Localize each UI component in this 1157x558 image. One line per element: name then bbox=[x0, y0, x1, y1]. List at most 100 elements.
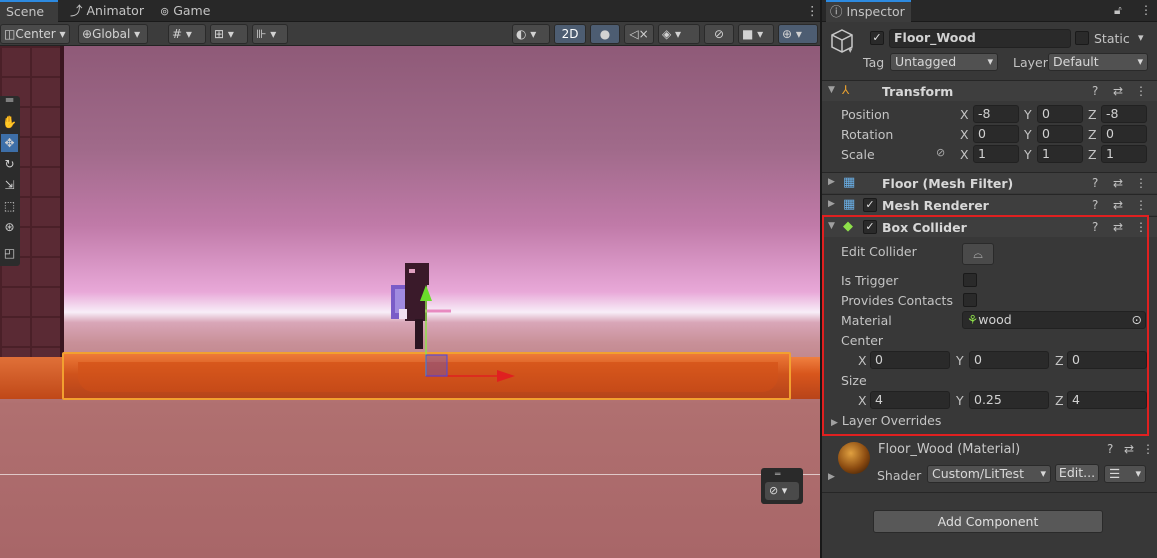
scale-x-field[interactable]: 1 bbox=[973, 145, 1019, 163]
lock-icon[interactable]: 🔓︎ bbox=[1114, 3, 1122, 18]
tag-dropdown[interactable]: Untagged bbox=[890, 53, 998, 71]
position-x-field[interactable]: -8 bbox=[973, 105, 1019, 123]
mode-2d-toggle[interactable]: 2D bbox=[554, 24, 586, 44]
transform-tool-icon[interactable]: ⊛ bbox=[1, 218, 18, 236]
effects-layers-icon: ◈ bbox=[662, 27, 672, 41]
component-menu-icon[interactable]: ⋮ bbox=[1135, 176, 1147, 190]
component-menu-icon[interactable]: ⋮ bbox=[1142, 442, 1154, 456]
tab-game[interactable]: ⊚ Game bbox=[154, 0, 216, 22]
tool-palette: ═ ✋ ✥ ↻ ⇲ ⬚ ⊛ ◰ bbox=[0, 94, 20, 266]
rotation-z-field[interactable]: 0 bbox=[1101, 125, 1147, 143]
effects-dropdown[interactable]: ◈ ▾ bbox=[658, 24, 700, 44]
mesh-renderer-enabled-checkbox[interactable]: ✓ bbox=[863, 198, 877, 212]
x-axis-handle bbox=[497, 370, 515, 382]
mesh-renderer-title: Mesh Renderer bbox=[882, 198, 989, 213]
constrain-proportions-icon[interactable]: ⊘ bbox=[936, 146, 945, 159]
icon-dropdown-arrow-icon[interactable]: ▾ bbox=[848, 46, 853, 56]
tool-palette-grip-icon[interactable]: ═ bbox=[1, 94, 18, 106]
floor-left-segment[interactable] bbox=[0, 357, 62, 399]
fold-arrow-icon[interactable]: ▶ bbox=[828, 177, 835, 187]
pivot-icon: ◫ bbox=[4, 27, 16, 41]
gizmos-dropdown[interactable]: ⊕ ▾ bbox=[778, 24, 818, 44]
rect-tool-icon[interactable]: ⬚ bbox=[1, 197, 18, 215]
tab-inspector[interactable]: ⓘ Inspector bbox=[826, 0, 911, 22]
scale-y-field[interactable]: 1 bbox=[1037, 145, 1083, 163]
presets-icon[interactable]: ⇄ bbox=[1113, 84, 1123, 98]
rotation-y-field[interactable]: 0 bbox=[1037, 125, 1083, 143]
scene-tab-bar: Scene ⤴ Animator ⊚ Game ⋮ bbox=[0, 0, 820, 22]
component-menu-icon[interactable]: ⋮ bbox=[1135, 198, 1147, 212]
scene-viewport[interactable]: ═ ✋ ✥ ↻ ⇲ ⬚ ⊛ ◰ ═ ⊘ ▾ bbox=[0, 46, 820, 558]
grid-icon: # bbox=[172, 27, 183, 41]
highlight-annotation-box bbox=[822, 215, 1149, 436]
axis-y-label: Y bbox=[1024, 147, 1032, 162]
presets-icon[interactable]: ⇄ bbox=[1113, 198, 1123, 212]
fold-arrow-icon[interactable]: ▶ bbox=[828, 199, 835, 209]
mesh-renderer-header[interactable]: ▶ ▦ ✓ Mesh Renderer ? ⇄ ⋮ bbox=[822, 194, 1157, 215]
shader-label: Shader bbox=[877, 468, 922, 483]
pivot-rotation-dropdown[interactable]: ⊕Global ▾ bbox=[78, 24, 148, 44]
object-active-checkbox[interactable]: ✓ bbox=[870, 31, 884, 45]
help-icon[interactable]: ? bbox=[1092, 84, 1098, 98]
scale-label: Scale bbox=[841, 147, 875, 162]
material-title: Floor_Wood (Material) bbox=[878, 442, 1021, 457]
help-icon[interactable]: ? bbox=[1092, 198, 1098, 212]
transform-header[interactable]: ▼ ⅄ Transform ? ⇄ ⋮ bbox=[822, 80, 1157, 101]
scale-tool-icon[interactable]: ⇲ bbox=[1, 176, 18, 194]
increment-snap-button[interactable]: ⊪ ▾ bbox=[252, 24, 288, 44]
lightbulb-icon: ● bbox=[599, 27, 611, 41]
inspector-more-menu-icon[interactable]: ⋮ bbox=[1140, 3, 1152, 17]
fold-arrow-icon[interactable]: ▶ bbox=[828, 472, 835, 482]
scene-toolbar: ◫Center ▾ ⊕Global ▾ # ▾ ⊞ ▾ ⊪ ▾ ◐ ▾ 2D ●… bbox=[0, 22, 820, 46]
gamepad-icon: ⊚ bbox=[160, 5, 170, 18]
rotate-tool-icon[interactable]: ↻ bbox=[1, 155, 18, 173]
camera-mode-dropdown[interactable]: ⊘ ▾ bbox=[765, 482, 799, 500]
camera-overlay-panel[interactable]: ═ ⊘ ▾ bbox=[761, 468, 803, 504]
move-tool-icon[interactable]: ✥ bbox=[1, 134, 18, 152]
mesh-grid-icon: ▦ bbox=[843, 175, 856, 190]
static-dropdown-icon[interactable]: ▾ bbox=[1138, 31, 1144, 44]
rotation-x-field[interactable]: 0 bbox=[973, 125, 1019, 143]
grid-visibility-button[interactable]: ⊞ ▾ bbox=[210, 24, 248, 44]
custom-tool-icon[interactable]: ◰ bbox=[1, 244, 18, 262]
tab-scene-label: Scene bbox=[6, 4, 45, 19]
pivot-mode-label: Center bbox=[15, 27, 56, 41]
static-checkbox[interactable] bbox=[1075, 31, 1089, 45]
component-menu-icon[interactable]: ⋮ bbox=[1135, 84, 1147, 98]
static-label: Static bbox=[1094, 31, 1130, 46]
edit-shader-button[interactable]: Edit... bbox=[1055, 464, 1099, 482]
grid-snap-button[interactable]: # ▾ bbox=[168, 24, 206, 44]
overlay-grip-icon[interactable]: ═ bbox=[775, 470, 780, 480]
scale-z-field[interactable]: 1 bbox=[1101, 145, 1147, 163]
shader-options-dropdown[interactable]: ☰ bbox=[1104, 465, 1146, 483]
add-component-button[interactable]: Add Component bbox=[873, 510, 1103, 533]
presets-icon[interactable]: ⇄ bbox=[1113, 176, 1123, 190]
tab-scene[interactable]: Scene bbox=[0, 0, 58, 22]
position-z-field[interactable]: -8 bbox=[1101, 105, 1147, 123]
hidden-objects-toggle[interactable]: ⊘ bbox=[704, 24, 734, 44]
shader-value: Custom/LitTest bbox=[932, 466, 1025, 481]
mesh-filter-header[interactable]: ▶ ▦ Floor (Mesh Filter) ? ⇄ ⋮ bbox=[822, 172, 1157, 193]
transform-axes-icon: ⅄ bbox=[842, 83, 850, 97]
presets-icon[interactable]: ⇄ bbox=[1124, 442, 1134, 456]
audio-toggle[interactable]: ◁× bbox=[624, 24, 654, 44]
tab-animator[interactable]: ⤴ Animator bbox=[64, 0, 150, 22]
shader-dropdown[interactable]: Custom/LitTest bbox=[927, 465, 1051, 483]
camera-settings-dropdown[interactable]: ■ ▾ bbox=[738, 24, 774, 44]
position-y-field[interactable]: 0 bbox=[1037, 105, 1083, 123]
hand-tool-icon[interactable]: ✋ bbox=[1, 113, 18, 131]
layer-dropdown[interactable]: Default bbox=[1048, 53, 1148, 71]
fold-arrow-icon[interactable]: ▼ bbox=[828, 85, 835, 95]
inspector-tab-bar: ⓘ Inspector 🔓︎ ⋮ bbox=[822, 0, 1157, 22]
pivot-mode-dropdown[interactable]: ◫Center ▾ bbox=[0, 24, 70, 44]
layer-label: Layer bbox=[1013, 55, 1048, 70]
position-label: Position bbox=[841, 107, 890, 122]
object-name-field[interactable]: Floor_Wood bbox=[889, 29, 1071, 48]
help-icon[interactable]: ? bbox=[1092, 176, 1098, 190]
y-axis-handle bbox=[420, 285, 432, 301]
tag-value: Untagged bbox=[895, 54, 957, 69]
draw-mode-dropdown[interactable]: ◐ ▾ bbox=[512, 24, 550, 44]
help-icon[interactable]: ? bbox=[1107, 442, 1113, 456]
lighting-toggle[interactable]: ● bbox=[590, 24, 620, 44]
move-gizmo[interactable] bbox=[415, 281, 520, 386]
